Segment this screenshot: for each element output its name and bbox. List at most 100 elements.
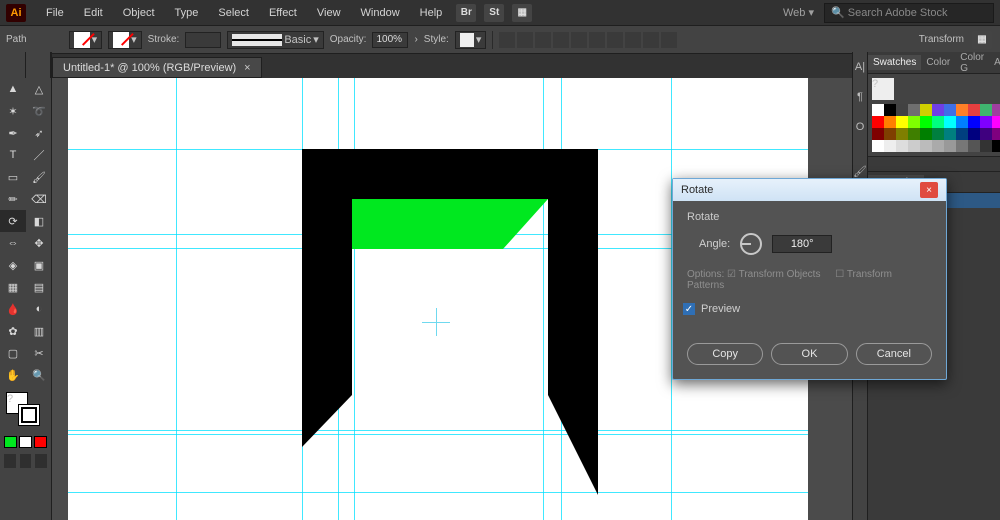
- gradient-chip[interactable]: [19, 436, 32, 448]
- swatch-cell[interactable]: [872, 140, 884, 152]
- black-left-foot[interactable]: [302, 395, 352, 447]
- opacity-input[interactable]: [372, 32, 408, 48]
- lasso-tool[interactable]: ➰: [26, 100, 52, 122]
- swatch-cell[interactable]: [872, 116, 884, 128]
- align-left-icon[interactable]: [499, 32, 515, 48]
- swatch-cell[interactable]: [884, 140, 896, 152]
- isolate-icon[interactable]: ▦: [972, 31, 992, 49]
- symbol-sprayer-tool[interactable]: ✿: [0, 320, 26, 342]
- rectangle-tool[interactable]: ▭: [0, 166, 26, 188]
- swatch-none-icon[interactable]: ?: [872, 78, 894, 100]
- menu-effect[interactable]: Effect: [261, 5, 305, 21]
- line-tool[interactable]: ／: [26, 144, 52, 166]
- curvature-tool[interactable]: ➶: [26, 122, 52, 144]
- swatch-cell[interactable]: [992, 140, 1000, 152]
- swatch-cell[interactable]: [944, 140, 956, 152]
- swatch-cell[interactable]: [956, 128, 968, 140]
- swatch-cell[interactable]: [920, 128, 932, 140]
- stock-icon[interactable]: St: [484, 4, 504, 22]
- swatch-cell[interactable]: [980, 116, 992, 128]
- distribute-h-icon[interactable]: [607, 32, 623, 48]
- swatch-cell[interactable]: [932, 104, 944, 116]
- menu-file[interactable]: File: [38, 5, 72, 21]
- align-center-icon[interactable]: [517, 32, 533, 48]
- column-graph-tool[interactable]: ▥: [26, 320, 52, 342]
- paintbrush-tool[interactable]: 🖌: [26, 166, 52, 188]
- menu-help[interactable]: Help: [412, 5, 451, 21]
- distribute-space-icon[interactable]: [643, 32, 659, 48]
- swatch-cell[interactable]: [908, 128, 920, 140]
- gradient-tool[interactable]: ▤: [26, 276, 52, 298]
- glyphs-panel-icon[interactable]: O: [853, 112, 867, 142]
- swatch-cell[interactable]: [920, 104, 932, 116]
- document-tab[interactable]: Untitled-1* @ 100% (RGB/Preview) ×: [52, 57, 262, 78]
- eraser-tool[interactable]: ⌫: [26, 188, 52, 210]
- artboard-tool[interactable]: ▢: [0, 342, 26, 364]
- swatch-cell[interactable]: [908, 116, 920, 128]
- swatch-cell[interactable]: [896, 140, 908, 152]
- scale-tool[interactable]: ◧: [26, 210, 52, 232]
- tab-color-guide[interactable]: Color G: [955, 50, 989, 76]
- stroke-color-dropdown[interactable]: ▾: [108, 31, 142, 49]
- magic-wand-tool[interactable]: ✶: [0, 100, 26, 122]
- swatch-cell[interactable]: [968, 104, 980, 116]
- mesh-tool[interactable]: ▦: [0, 276, 26, 298]
- angle-input[interactable]: [772, 235, 832, 253]
- black-right-foot[interactable]: [548, 395, 598, 495]
- blend-tool[interactable]: ◐: [26, 298, 52, 320]
- swatch-cell[interactable]: [992, 104, 1000, 116]
- cancel-button[interactable]: Cancel: [856, 343, 932, 365]
- swatch-cell[interactable]: [992, 128, 1000, 140]
- swatch-cell[interactable]: [968, 140, 980, 152]
- stroke-weight-input[interactable]: [185, 32, 221, 48]
- swatch-cell[interactable]: [908, 104, 920, 116]
- swatch-cell[interactable]: [944, 116, 956, 128]
- draw-normal-icon[interactable]: [4, 454, 16, 468]
- width-tool[interactable]: ⇔: [0, 232, 26, 254]
- swatch-cell[interactable]: [884, 116, 896, 128]
- swatch-cell[interactable]: [968, 128, 980, 140]
- tab-color[interactable]: Color: [921, 55, 955, 70]
- distribute-v-icon[interactable]: [625, 32, 641, 48]
- swatch-cell[interactable]: [884, 104, 896, 116]
- bridge-icon[interactable]: Br: [456, 4, 476, 22]
- swatch-cell[interactable]: [872, 128, 884, 140]
- swatch-cell[interactable]: [920, 116, 932, 128]
- tab-swatches[interactable]: Swatches: [868, 55, 921, 70]
- menu-type[interactable]: Type: [167, 5, 207, 21]
- fill-stroke-controls[interactable]: ?: [0, 390, 51, 434]
- swatch-cell[interactable]: [980, 104, 992, 116]
- stroke-swatch[interactable]: [18, 404, 40, 426]
- angle-dial[interactable]: [740, 233, 762, 255]
- style-dropdown[interactable]: ▾: [455, 31, 487, 49]
- swatch-cell[interactable]: [968, 116, 980, 128]
- direct-selection-tool[interactable]: △: [26, 78, 52, 100]
- rotate-tool[interactable]: ⟳: [0, 210, 26, 232]
- more-align-icon[interactable]: [661, 32, 677, 48]
- none-chip[interactable]: [34, 436, 47, 448]
- green-selected-path[interactable]: [352, 199, 548, 249]
- align-bottom-icon[interactable]: [589, 32, 605, 48]
- menu-object[interactable]: Object: [115, 5, 163, 21]
- pen-tool[interactable]: ✒: [0, 122, 26, 144]
- eyedropper-tool[interactable]: 🩸: [0, 298, 26, 320]
- swatch-cell[interactable]: [932, 140, 944, 152]
- fill-dropdown[interactable]: ▾: [69, 31, 103, 49]
- menu-view[interactable]: View: [309, 5, 349, 21]
- draw-behind-icon[interactable]: [20, 454, 32, 468]
- free-transform-tool[interactable]: ✥: [26, 232, 52, 254]
- swatch-cell[interactable]: [896, 104, 908, 116]
- align-middle-icon[interactable]: [571, 32, 587, 48]
- char-panel-icon[interactable]: A|: [853, 52, 867, 82]
- black-left-leg[interactable]: [302, 149, 352, 395]
- swatch-cell[interactable]: [872, 104, 884, 116]
- brush-def-dropdown[interactable]: Basic▾: [227, 31, 323, 49]
- swatch-cell[interactable]: [932, 128, 944, 140]
- shaper-tool[interactable]: ✏: [0, 188, 26, 210]
- preview-checkbox[interactable]: ✓: [683, 303, 695, 315]
- align-top-icon[interactable]: [553, 32, 569, 48]
- align-right-icon[interactable]: [535, 32, 551, 48]
- swatch-cell[interactable]: [956, 104, 968, 116]
- copy-button[interactable]: Copy: [687, 343, 763, 365]
- tab-align[interactable]: Align: [989, 55, 1000, 70]
